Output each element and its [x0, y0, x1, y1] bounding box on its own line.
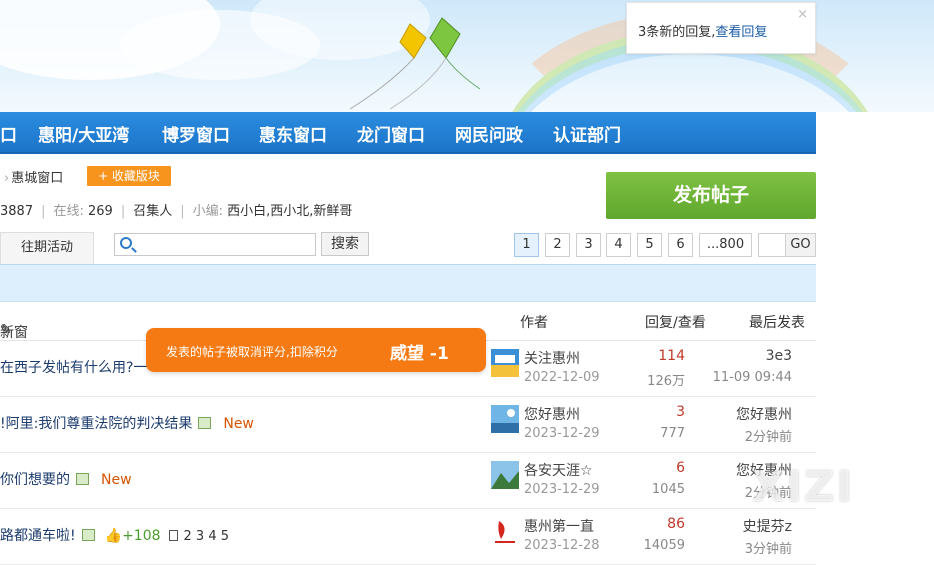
rating-score: +108	[122, 528, 161, 544]
divider: |	[41, 204, 46, 219]
kite-illustration	[349, 17, 481, 110]
board-stats: 3887 | 在线: 269 | 召集人 | 小编: 西小白,西小北,新鲜哥	[0, 200, 352, 219]
close-icon[interactable]: ×	[797, 7, 808, 22]
page-go-button[interactable]: GO	[785, 233, 816, 257]
last-poster[interactable]: 您好惠州	[736, 404, 792, 424]
page-4[interactable]: 4	[606, 233, 631, 257]
new-badge: New	[101, 472, 132, 488]
last-post-time[interactable]: 2分钟前	[745, 426, 792, 445]
view-replies-link[interactable]: 查看回复	[715, 25, 767, 40]
page-1[interactable]: 1	[514, 233, 539, 257]
nav-item-boluo[interactable]: 博罗窗口	[162, 121, 230, 146]
col-last-post: 最后发表	[749, 315, 805, 331]
notification-text: 3条新的回复,	[638, 25, 716, 40]
score-toast: 发表的帖子被取消评分,扣除积分 威望 -1	[146, 328, 486, 372]
thread-list-header-bar	[0, 264, 816, 302]
thread-title[interactable]: 你们想要的	[0, 472, 70, 488]
nav-item-wenzheng[interactable]: 网民问政	[455, 121, 523, 146]
post-date: 2022-12-09	[524, 370, 600, 385]
post-date: 2023-12-29	[524, 482, 600, 497]
new-post-button[interactable]: 发布帖子	[606, 172, 816, 219]
nav-item-huidong[interactable]: 惠东窗口	[259, 121, 327, 146]
page-2[interactable]: 2	[545, 233, 570, 257]
last-poster[interactable]: 3e3	[766, 348, 792, 364]
author-name[interactable]: 各安天涯☆	[524, 460, 602, 480]
last-poster[interactable]: 史提芬z	[743, 516, 792, 536]
search-input[interactable]	[139, 236, 313, 253]
reply-count[interactable]: 86	[667, 516, 685, 532]
search-box	[114, 233, 316, 256]
thread-pages[interactable]: 2 3 4 5	[184, 529, 229, 544]
multipage-icon	[168, 530, 178, 541]
thread-title[interactable]: !阿里:我们尊重法院的判决结果	[0, 416, 192, 432]
view-count: 1045	[651, 482, 685, 497]
filter-new-link[interactable]: 新窗	[0, 322, 28, 342]
online-label: 在线:	[53, 204, 84, 219]
table-row: 你们想要的 New 各安天涯☆ 2023-12-29 6 1045 您好惠州 2分…	[0, 453, 816, 509]
tab-past-activities[interactable]: 往期活动	[0, 232, 94, 264]
thread-title[interactable]: 路都通车啦!	[0, 528, 76, 544]
image-attachment-icon	[81, 529, 95, 541]
table-row: 路都通车啦! 👍+108 2 3 4 5 惠州第一直 2023-12-28 86 1…	[0, 509, 816, 565]
col-author: 作者	[520, 315, 548, 331]
favorite-board-button[interactable]: + 收藏版块	[87, 166, 171, 186]
toast-points: 威望 -1	[390, 344, 449, 364]
avatar[interactable]	[491, 517, 519, 545]
nav-item-certified[interactable]: 认证部门	[553, 121, 621, 146]
table-row: !阿里:我们尊重法院的判决结果 New 您好惠州 2023-12-29 3 777…	[0, 397, 816, 453]
page-jump-input[interactable]	[758, 233, 785, 257]
view-count: 777	[660, 426, 685, 441]
image-attachment-icon	[76, 473, 89, 485]
view-count: 14059	[643, 538, 685, 553]
divider: |	[120, 204, 126, 219]
nav-item-huiyang[interactable]: 惠阳/大亚湾	[38, 121, 129, 146]
toast-message: 发表的帖子被取消评分,扣除积分	[166, 345, 338, 359]
page-last[interactable]: ...800	[699, 233, 752, 257]
avatar[interactable]	[491, 349, 519, 377]
page-6[interactable]: 6	[668, 233, 693, 257]
main-nav: 口 惠阳/大亚湾 博罗窗口 惠东窗口 龙门窗口 网民问政 认证部门	[0, 112, 816, 154]
breadcrumb-arrow-icon: ›	[4, 171, 10, 186]
reply-notification: 3条新的回复,查看回复 ×	[626, 2, 816, 54]
page-5[interactable]: 5	[637, 233, 662, 257]
avatar[interactable]	[491, 461, 519, 489]
breadcrumb-current[interactable]: 惠城窗口	[11, 171, 63, 186]
reply-count[interactable]: 3	[676, 404, 685, 420]
nav-item-longmen[interactable]: 龙门窗口	[357, 121, 425, 146]
new-badge: New	[223, 416, 254, 432]
page-3[interactable]: 3	[576, 233, 601, 257]
watermark-logo: XIZI	[752, 462, 855, 511]
recruit-label[interactable]: 召集人	[133, 204, 172, 219]
thread-title[interactable]: 在西子发帖有什么用?一	[0, 357, 147, 377]
reply-count[interactable]: 6	[676, 460, 685, 476]
search-button[interactable]: 搜索	[321, 232, 369, 256]
nav-item-huicheng[interactable]: 口	[0, 121, 17, 146]
today-count: 3887	[0, 204, 34, 219]
editor-label: 小编:	[192, 204, 224, 219]
reply-count[interactable]: 114	[658, 348, 685, 364]
view-count: 126万	[647, 374, 685, 389]
author-name[interactable]: 关注惠州	[524, 348, 602, 368]
image-attachment-icon	[198, 417, 212, 429]
author-name[interactable]: 惠州第一直	[524, 516, 602, 536]
post-date: 2023-12-28	[524, 538, 600, 553]
editor-names[interactable]: 西小白,西小北,新鲜哥	[227, 204, 352, 219]
divider: |	[180, 204, 185, 219]
search-icon	[120, 237, 132, 249]
breadcrumb: › 惠城窗口	[0, 167, 63, 186]
avatar[interactable]	[491, 405, 519, 433]
last-post-time[interactable]: 3分钟前	[745, 538, 792, 557]
last-post-time[interactable]: 11-09 09:44	[713, 370, 792, 385]
online-count: 269	[88, 204, 113, 219]
col-replies-views: 回复/查看	[645, 315, 706, 331]
author-name[interactable]: 您好惠州	[524, 404, 602, 424]
thumbs-up-icon: 👍	[104, 528, 123, 544]
post-date: 2023-12-29	[524, 426, 600, 441]
